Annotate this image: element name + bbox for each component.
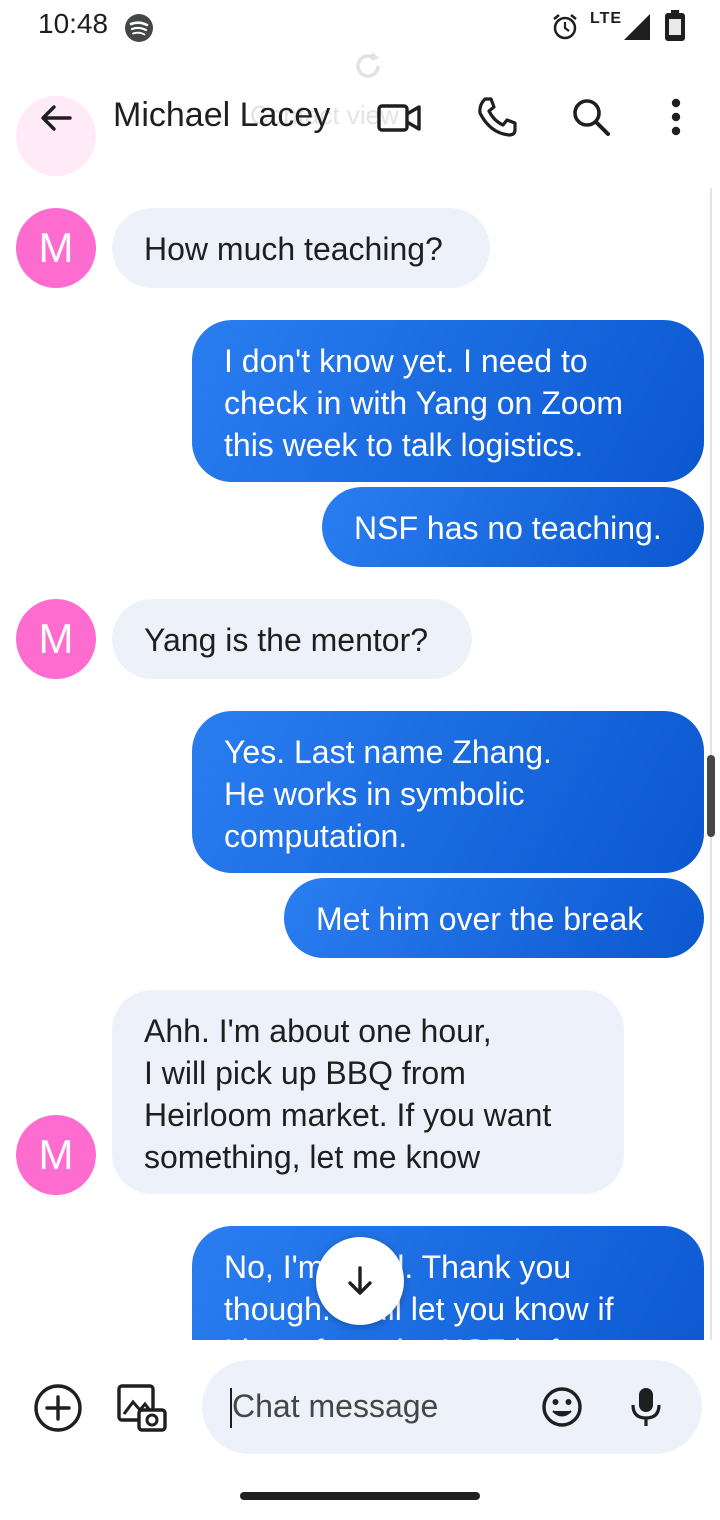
gallery-camera-icon[interactable] (115, 1382, 167, 1434)
spotify-icon (125, 14, 153, 42)
battery-icon (665, 10, 685, 41)
scroll-to-bottom-button[interactable] (316, 1237, 404, 1325)
incoming-message[interactable]: Yang is the mentor? (112, 599, 472, 679)
contact-avatar[interactable]: M (16, 1115, 96, 1195)
gesture-nav-bar[interactable] (240, 1492, 480, 1500)
outgoing-message[interactable]: Yes. Last name Zhang. He works in symbol… (192, 711, 704, 873)
outgoing-message[interactable]: I don't know yet. I need to check in wit… (192, 320, 704, 482)
microphone-icon[interactable] (626, 1385, 666, 1429)
chat-message-placeholder: Chat message (232, 1388, 439, 1424)
outgoing-message[interactable]: Met him over the break (284, 878, 704, 958)
emoji-icon[interactable] (540, 1385, 584, 1429)
outgoing-message[interactable]: NSF has no teaching. (322, 487, 704, 567)
message-thread[interactable]: M How much teaching? I don't know yet. I… (0, 160, 720, 1340)
chat-message-input[interactable]: Chat message (202, 1360, 702, 1454)
contact-avatar[interactable]: M (16, 208, 96, 288)
scrollbar-thumb[interactable] (707, 755, 715, 837)
add-icon[interactable] (32, 1382, 84, 1434)
contact-name-title[interactable]: Michael Lacey (113, 96, 330, 135)
alarm-icon (553, 14, 577, 40)
incoming-message[interactable]: How much teaching? (112, 208, 490, 288)
back-arrow-icon[interactable] (34, 96, 78, 140)
more-vert-icon[interactable] (654, 94, 698, 140)
signal-icon (624, 14, 650, 40)
network-type: LTE (590, 10, 623, 27)
arrow-down-icon (348, 1266, 372, 1295)
contact-avatar[interactable]: M (16, 599, 96, 679)
status-time: 10:48 (38, 8, 109, 39)
outgoing-message[interactable]: No, I'm good. Thank you though. I will l… (192, 1226, 704, 1340)
incoming-message[interactable]: Ahh. I'm about one hour, I will pick up … (112, 990, 624, 1194)
phone-icon[interactable] (474, 94, 520, 140)
search-icon[interactable] (568, 94, 614, 140)
video-call-icon[interactable] (376, 96, 422, 140)
refresh-icon (356, 52, 380, 78)
